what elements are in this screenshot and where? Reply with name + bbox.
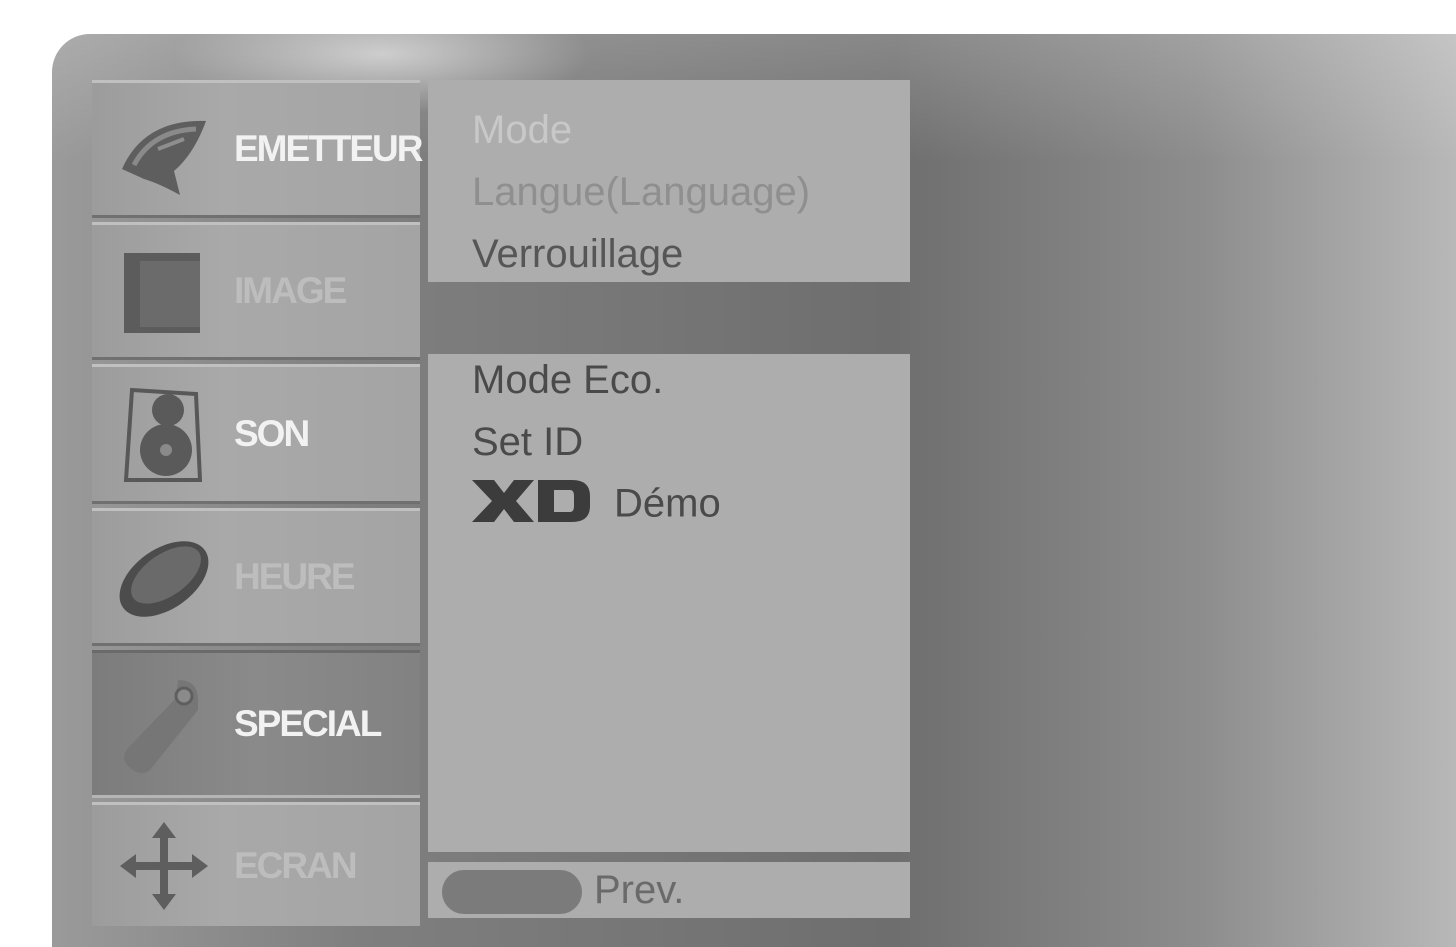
picture-frame-icon <box>114 241 214 341</box>
option-xd-demo[interactable]: Démo <box>472 478 721 534</box>
category-label: EMETTEUR <box>234 128 423 169</box>
option-mode[interactable]: Mode <box>472 108 572 153</box>
osd-screen: EMETTEUR IMAGE SON HEURE SPECIAL ECRAN M… <box>52 34 1456 947</box>
prev-label: Prev. <box>594 868 685 912</box>
category-label: ECRAN <box>234 844 358 886</box>
option-language[interactable]: Langue(Language) <box>472 170 810 215</box>
tag-icon <box>114 674 214 774</box>
category-ecran[interactable]: ECRAN <box>92 802 420 926</box>
category-image[interactable]: IMAGE <box>92 222 420 360</box>
category-label: SPECIAL <box>234 703 382 744</box>
category-label: SON <box>234 413 310 454</box>
move-arrows-icon <box>114 816 214 916</box>
category-label: HEURE <box>234 556 356 597</box>
satellite-dish-icon <box>114 99 214 199</box>
options-panel-bottom: Mode Eco. Set ID Démo <box>428 354 910 852</box>
category-label: IMAGE <box>234 270 347 311</box>
category-emetteur[interactable]: EMETTEUR <box>92 80 423 218</box>
prev-button[interactable] <box>442 870 582 914</box>
option-eco-mode[interactable]: Mode Eco. <box>472 358 663 403</box>
footer-bar: Prev. <box>428 862 910 918</box>
xd-demo-label: Démo <box>614 481 721 526</box>
xd-logo <box>472 478 592 534</box>
category-son[interactable]: SON <box>92 364 420 504</box>
speaker-icon <box>114 384 214 484</box>
option-set-id[interactable]: Set ID <box>472 420 583 465</box>
category-special[interactable]: SPECIAL <box>92 650 420 798</box>
category-heure[interactable]: HEURE <box>92 508 420 646</box>
clock-disc-icon <box>114 527 214 627</box>
option-lock[interactable]: Verrouillage <box>472 232 683 277</box>
options-panel-top: Mode Langue(Language) Verrouillage <box>428 80 910 282</box>
